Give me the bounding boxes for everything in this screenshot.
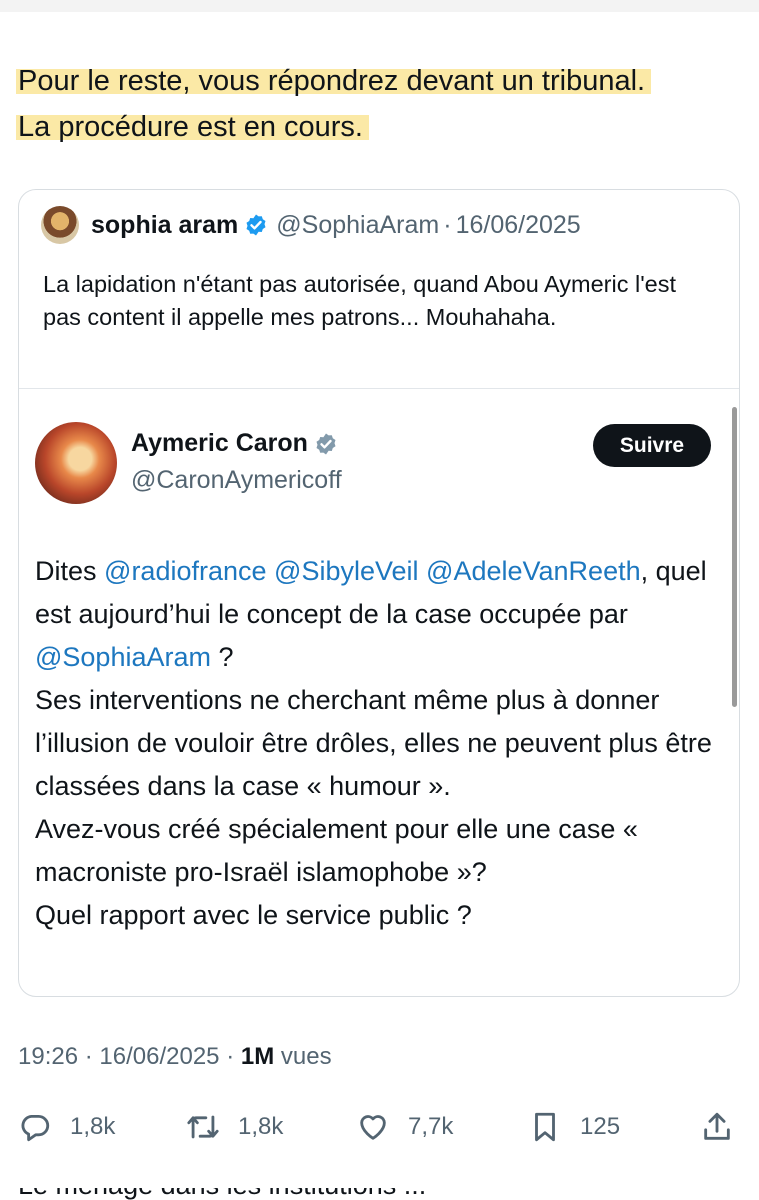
quoted-tweet-text: La lapidation n'étant pas autorisée, qua…: [43, 271, 677, 330]
tweet-text-line1: Pour le reste, vous répondrez devant un …: [16, 65, 652, 97]
next-reply-partial: Le ménage dans les institutions ...: [18, 1188, 758, 1200]
mention-link: @SibyleVeil: [274, 556, 419, 586]
mention-link: @SophiaAram: [35, 642, 211, 672]
tweet-meta: 19:26 · 16/06/2025 · 1M vues: [18, 1043, 332, 1071]
like-button[interactable]: 7,7k: [356, 1104, 453, 1150]
tweet-date[interactable]: 16/06/2025: [99, 1043, 219, 1070]
share-icon: [704, 1112, 730, 1140]
verified-badge-icon: [246, 214, 266, 236]
embedded-paragraph-3: Avez-vous créé spécialement pour elle un…: [35, 814, 638, 887]
follow-button: Suivre: [593, 424, 711, 467]
repost-icon: [187, 1115, 219, 1139]
like-icon: [360, 1115, 386, 1140]
text-segment: Dites: [35, 556, 105, 586]
tweet-text: Pour le reste, vous répondrez devant un …: [16, 58, 748, 150]
repost-button[interactable]: 1,8k: [186, 1104, 283, 1150]
tweet-text-line2: La procédure est en cours.: [16, 111, 369, 143]
quoted-author-name[interactable]: sophia aram: [91, 211, 238, 240]
quoted-author-handle[interactable]: @SophiaAram: [276, 211, 439, 240]
share-button[interactable]: [700, 1104, 752, 1150]
top-edge: [0, 0, 759, 12]
embedded-paragraph-2: Ses interventions ne cherchant même plus…: [35, 685, 712, 801]
text-segment: ?: [211, 642, 234, 672]
separator-dot: ·: [226, 1043, 241, 1070]
separator-dot: ·: [84, 1043, 100, 1070]
quoted-tweet-card[interactable]: sophia aram @SophiaAram · 16/06/2025 La …: [18, 189, 740, 997]
like-count: 7,7k: [408, 1113, 454, 1140]
quoted-tweet-header: sophia aram @SophiaAram · 16/06/2025: [41, 206, 581, 244]
avatar: [35, 422, 117, 504]
mention-link: @AdeleVanReeth: [426, 556, 641, 586]
embedded-paragraph-1: Dites @radiofrance @SibyleVeil @AdeleVan…: [35, 550, 725, 679]
embedded-tweet-text: Dites @radiofrance @SibyleVeil @AdeleVan…: [35, 550, 725, 937]
reply-icon: [21, 1114, 50, 1142]
next-reply-text: Le ménage dans les institutions ...: [18, 1188, 758, 1200]
grey-verified-badge-icon: [316, 433, 336, 454]
embedded-tweet-screenshot: Aymeric Caron @CaronAymericoff Suivre Di…: [19, 389, 739, 996]
embedded-paragraph-4: Quel rapport avec le service public ?: [35, 900, 472, 930]
views-label: vues: [280, 1043, 332, 1070]
reply-button[interactable]: 1,8k: [18, 1104, 115, 1150]
embedded-author-name-row: Aymeric Caron: [131, 429, 338, 458]
embedded-author-name: Aymeric Caron: [131, 429, 308, 457]
embedded-author-handle: @CaronAymericoff: [131, 466, 342, 494]
separator-dot: ·: [443, 210, 452, 239]
mention-link: @radiofrance: [104, 556, 267, 586]
action-bar: 1,8k 1,8k 7,7k 125: [18, 1104, 740, 1150]
scrollbar: [732, 407, 737, 707]
repost-count: 1,8k: [238, 1113, 284, 1140]
quoted-tweet-date[interactable]: 16/06/2025: [456, 211, 581, 240]
tweet-time[interactable]: 19:26: [18, 1043, 78, 1070]
bookmark-button[interactable]: 125: [528, 1104, 620, 1150]
reply-count: 1,8k: [70, 1113, 116, 1140]
bookmark-count: 125: [580, 1113, 621, 1140]
avatar[interactable]: [41, 206, 79, 244]
views-count: 1M: [240, 1043, 275, 1070]
bookmark-icon: [535, 1112, 555, 1142]
